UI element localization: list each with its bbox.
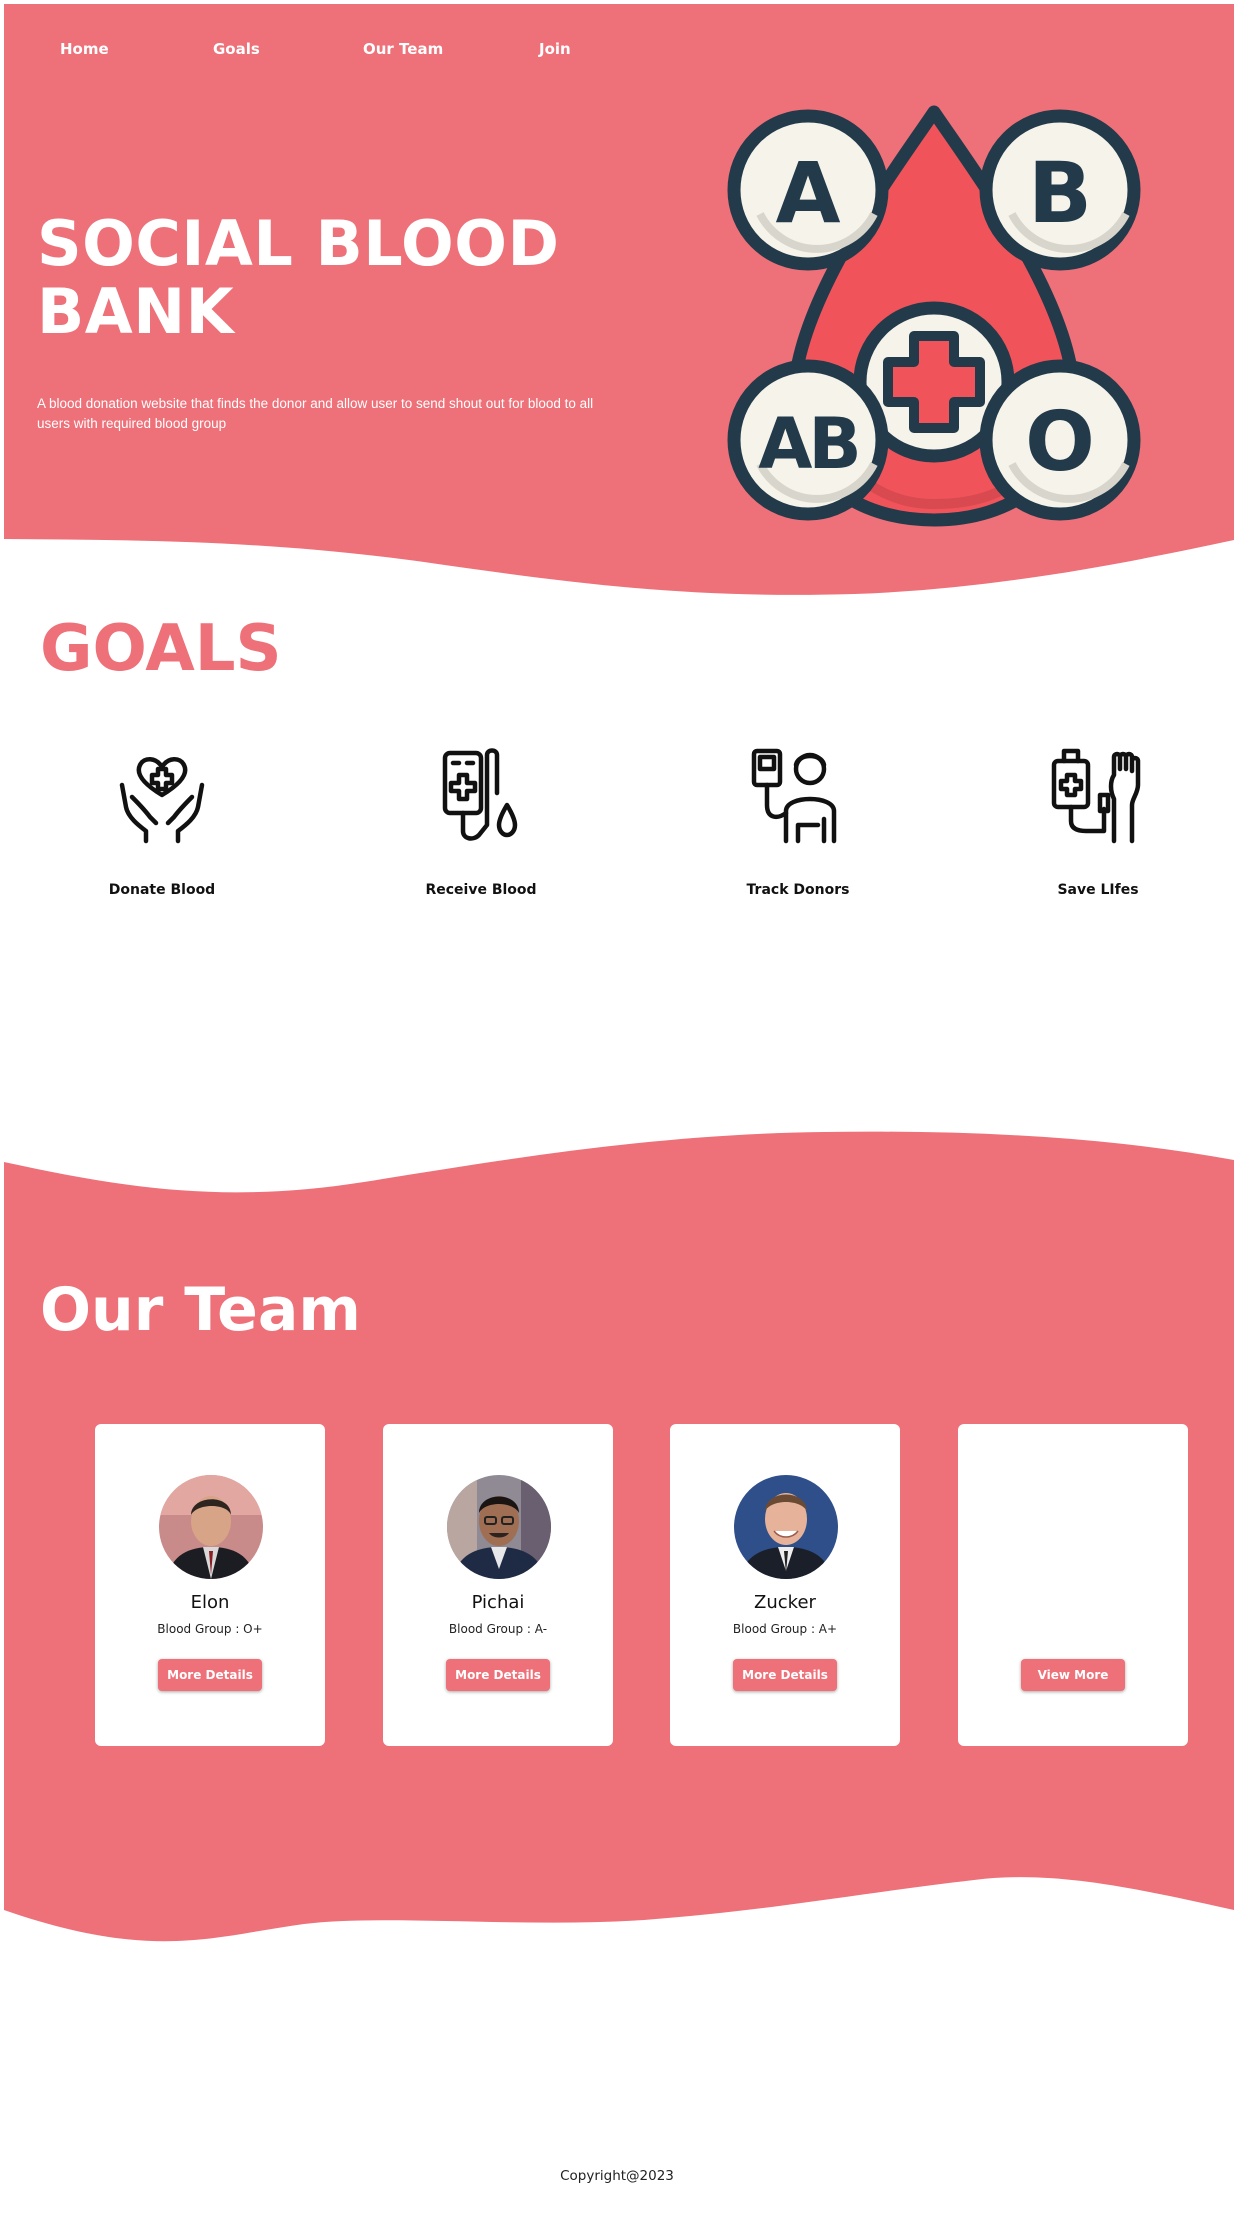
blood-type-o: O (979, 359, 1141, 521)
member-blood-group: Blood Group : A- (448, 1622, 548, 1636)
transfusion-icon (1051, 748, 1141, 844)
donor-icon (751, 748, 837, 844)
member-blood-group: Blood Group : A+ (732, 1622, 838, 1636)
member-name: Elon (190, 1592, 230, 1613)
hands-heart-icon (119, 757, 205, 844)
member-name: Zucker (754, 1592, 816, 1613)
svg-text:AB: AB (758, 403, 858, 485)
goal-label: Save LIfes (1057, 882, 1139, 898)
team-card-elon: Elon Blood Group : O+ More Details (95, 1424, 325, 1746)
more-details-button[interactable]: More Details (446, 1659, 550, 1691)
nav-goals-link[interactable]: Goals (213, 40, 260, 58)
goal-receive-blood: Receive Blood (381, 745, 581, 905)
nav-our-team-link[interactable]: Our Team (363, 40, 443, 58)
view-more-button[interactable]: View More (1021, 1659, 1125, 1691)
member-name: Pichai (471, 1592, 525, 1613)
hero-description: A blood donation website that finds the … (37, 396, 594, 431)
hero-title-line1: SOCIAL BLOOD (37, 207, 560, 280)
hero-title: SOCIAL BLOOD BANK (37, 210, 677, 346)
nav-join-link[interactable]: Join (539, 40, 571, 58)
avatar (159, 1475, 263, 1579)
goal-donate-blood: Donate Blood (62, 745, 262, 905)
goals-heading: GOALS (40, 612, 282, 686)
team-card-pichai: Pichai Blood Group : A- More Details (383, 1424, 613, 1746)
svg-text:O: O (1025, 395, 1095, 490)
blood-bag-icon (442, 748, 518, 841)
footer-copyright: Copyright@2023 (560, 2168, 674, 2184)
avatar (447, 1475, 551, 1579)
goal-label: Donate Blood (108, 882, 216, 898)
hero-title-line2: BANK (37, 275, 235, 348)
more-details-button[interactable]: More Details (733, 1659, 837, 1691)
blood-type-a: A (727, 109, 889, 271)
more-details-button[interactable]: More Details (158, 1659, 262, 1691)
blood-type-ab: AB (727, 359, 889, 521)
team-card-view-more: View More (958, 1424, 1188, 1746)
goal-label: Receive Blood (425, 882, 537, 898)
goal-track-donors: Track Donors (698, 745, 898, 905)
nav-home-link[interactable]: Home (60, 40, 109, 58)
member-blood-group: Blood Group : O+ (157, 1622, 263, 1636)
blood-type-drop-illustration: A B AB O (727, 105, 1141, 527)
avatar (734, 1475, 838, 1579)
svg-text:B: B (1028, 144, 1092, 242)
blood-type-b: B (979, 109, 1141, 271)
top-nav: Home Goals Our Team Join (4, 40, 644, 66)
svg-text:A: A (775, 144, 840, 242)
goal-label: Track Donors (746, 882, 850, 898)
goal-save-lifes: Save LIfes (998, 745, 1198, 905)
team-card-zucker: Zucker Blood Group : A+ More Details (670, 1424, 900, 1746)
team-heading: Our Team (40, 1275, 361, 1345)
